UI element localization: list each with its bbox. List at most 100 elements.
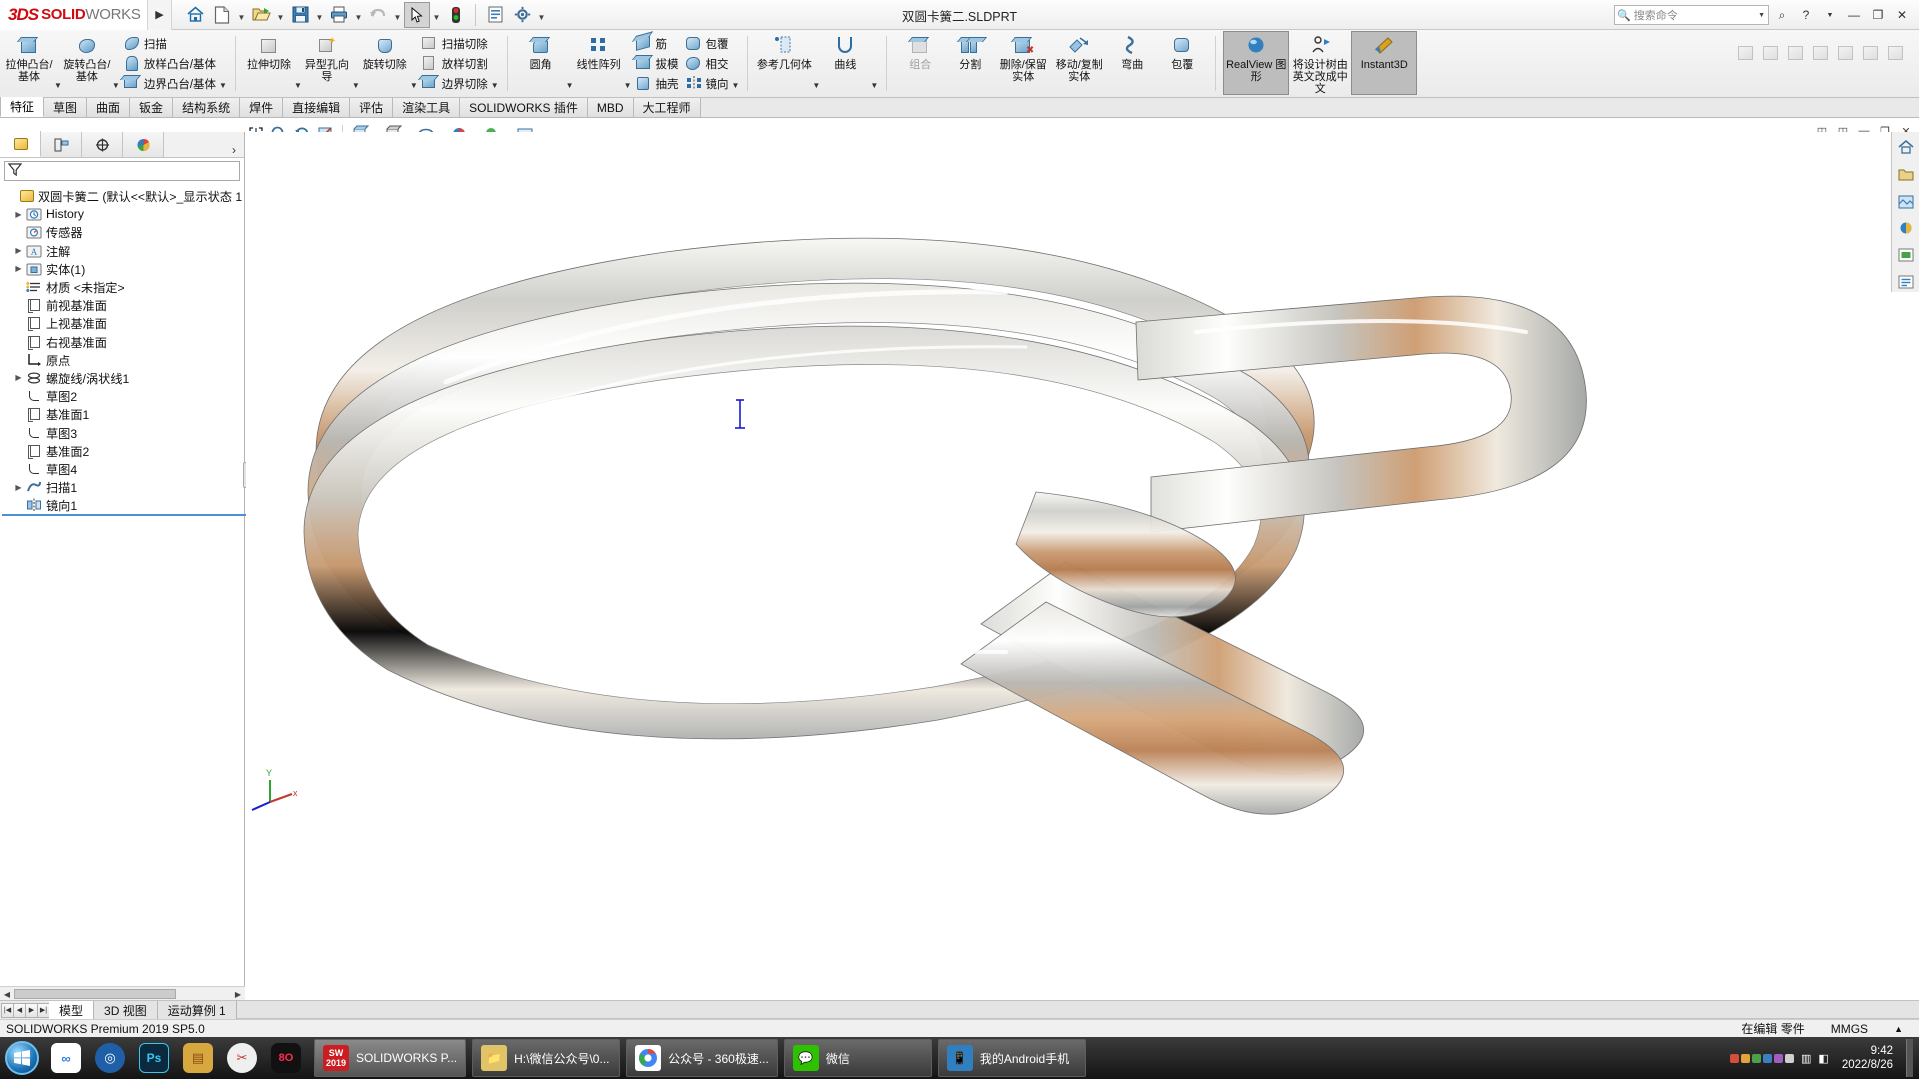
cut-more-caret[interactable]: ▼	[491, 32, 499, 94]
select-cursor-icon[interactable]	[404, 2, 430, 28]
tree-item-sensors[interactable]: 传感器	[2, 223, 244, 241]
help-icon[interactable]: ?	[1795, 3, 1817, 27]
tree-item-right-plane[interactable]: 右视基准面	[2, 333, 244, 351]
select-caret[interactable]: ▼	[431, 2, 442, 28]
sweep-cut-button[interactable]: 扫描切除	[418, 34, 491, 54]
history-expand-arrow[interactable]: ▶	[12, 210, 25, 219]
decals-icon[interactable]	[1896, 245, 1916, 265]
hscroll-left-arrow[interactable]: ◀	[1, 988, 13, 1000]
hscroll-thumb[interactable]	[14, 989, 176, 999]
show-desktop-button[interactable]	[1906, 1039, 1913, 1077]
tab-sketch[interactable]: 草图	[44, 98, 87, 117]
tab-engineer[interactable]: 大工程师	[634, 98, 701, 117]
save-icon[interactable]	[287, 2, 313, 28]
appearance-icon[interactable]	[1785, 42, 1807, 64]
options-caret[interactable]: ▼	[536, 2, 547, 28]
flex-button[interactable]: 弯曲	[1107, 32, 1157, 94]
solid-bodies-expand-arrow[interactable]: ▶	[12, 264, 25, 273]
taskbar-clock[interactable]: 9:42 2022/8/26	[1836, 1044, 1899, 1072]
home-view-icon[interactable]	[1896, 138, 1916, 158]
hole-wizard-button[interactable]: ✦ 异型孔向导	[302, 32, 352, 94]
status-units-caret[interactable]: ▲	[1894, 1024, 1903, 1034]
tree-root-item[interactable]: 双圆卡簧二 (默认<<默认>_显示状态 1	[2, 187, 244, 205]
tray-icon-group[interactable]	[1730, 1054, 1794, 1063]
tree-item-front-plane[interactable]: 前视基准面	[2, 296, 244, 314]
tab-structure-system[interactable]: 结构系统	[173, 98, 240, 117]
combine-button[interactable]: 组合	[895, 32, 945, 94]
delete-keep-body-button[interactable]: ✖ 删除/保留实体	[995, 32, 1051, 94]
feature-tree-hscrollbar[interactable]: ◀ ▶	[0, 986, 245, 1000]
search-toggle-icon[interactable]: ⌕	[1771, 3, 1793, 27]
move-copy-body-button[interactable]: 移动/复制实体	[1051, 32, 1107, 94]
linear-pattern-caret[interactable]: ▼	[624, 32, 632, 94]
dimension-icon[interactable]	[1735, 42, 1757, 64]
taskbar-explorer[interactable]: 📁 H:\微信公众号\0...	[472, 1039, 620, 1077]
tree-item-sketch4[interactable]: 草图4	[2, 460, 244, 478]
tab-mbd[interactable]: MBD	[588, 98, 634, 117]
tray-icon-1[interactable]	[1730, 1054, 1739, 1063]
tab-surfaces[interactable]: 曲面	[87, 98, 130, 117]
mass-props-icon[interactable]	[1860, 42, 1882, 64]
taskbar-chrome[interactable]: 公众号 - 360极速...	[626, 1039, 778, 1077]
helix-expand-arrow[interactable]: ▶	[12, 373, 25, 382]
file-properties-icon[interactable]	[482, 2, 508, 28]
hscroll-right-arrow[interactable]: ▶	[232, 988, 244, 1000]
revolve-boss-caret[interactable]: ▼	[112, 32, 120, 94]
new-document-caret[interactable]: ▼	[236, 2, 247, 28]
loft-boss-button[interactable]: 放样凸台/基体	[120, 54, 219, 74]
features-more-caret[interactable]: ▼	[732, 32, 740, 94]
tray-volume-icon[interactable]: ◧	[1818, 1052, 1828, 1065]
menu-expand-arrow[interactable]: ▶	[148, 0, 172, 30]
tray-icon-4[interactable]	[1763, 1054, 1772, 1063]
search-caret-icon[interactable]: ▼	[1758, 12, 1768, 19]
tree-item-plane2[interactable]: 基准面2	[2, 442, 244, 460]
linear-pattern-button[interactable]: 线性阵列	[574, 32, 624, 94]
hole-wizard-caret[interactable]: ▼	[352, 32, 360, 94]
instant3d-button[interactable]: Instant3D	[1352, 32, 1416, 94]
sweep1-expand-arrow[interactable]: ▶	[12, 483, 25, 492]
extrude-boss-button[interactable]: 拉伸凸台/基体	[4, 32, 54, 94]
home-icon[interactable]	[182, 2, 208, 28]
tab-render-tools[interactable]: 渲染工具	[393, 98, 460, 117]
realview-graphics-button[interactable]: RealView 图形	[1224, 32, 1288, 94]
restore-button[interactable]: ❐	[1867, 3, 1889, 27]
section-icon[interactable]	[1810, 42, 1832, 64]
displaymanager-tab[interactable]	[123, 132, 164, 157]
tree-item-top-plane[interactable]: 上视基准面	[2, 314, 244, 332]
configurationmanager-tab[interactable]	[82, 132, 123, 157]
taskbar-quick-ok[interactable]: 8O	[264, 1037, 308, 1079]
tree-item-material[interactable]: 材质 <未指定>	[2, 278, 244, 296]
tree-item-history[interactable]: ▶ History	[2, 205, 244, 223]
fillet-caret[interactable]: ▼	[566, 32, 574, 94]
split-button[interactable]: 分割	[945, 32, 995, 94]
shell-button[interactable]: 抽壳	[632, 74, 682, 94]
search-command-box[interactable]: 🔍 搜索命令 ▼	[1614, 5, 1769, 25]
tray-icon-6[interactable]	[1785, 1054, 1794, 1063]
annotations-expand-arrow[interactable]: ▶	[12, 246, 25, 255]
tray-network-icon[interactable]: ▥	[1801, 1052, 1811, 1065]
tray-icon-3[interactable]	[1752, 1054, 1761, 1063]
open-folder-caret[interactable]: ▼	[275, 2, 286, 28]
taskbar-quick-snip[interactable]: ✂	[220, 1037, 264, 1079]
taskbar-quick-media[interactable]: ▤	[176, 1037, 220, 1079]
tray-icon-2[interactable]	[1741, 1054, 1750, 1063]
propertymanager-tab[interactable]	[41, 132, 82, 157]
intersect-button[interactable]: 相交	[682, 54, 732, 74]
tree-item-solid-bodies[interactable]: ▶ 实体(1)	[2, 260, 244, 278]
taskbar-android[interactable]: 📱 我的Android手机	[938, 1039, 1086, 1077]
boundary-boss-button[interactable]: 边界凸台/基体	[120, 74, 219, 94]
tree-item-annotations[interactable]: ▶ A 注解	[2, 242, 244, 260]
save-caret[interactable]: ▼	[314, 2, 325, 28]
help-caret-icon[interactable]: ▼	[1819, 3, 1841, 27]
rebuild-icon[interactable]	[443, 2, 469, 28]
tree-item-helix[interactable]: ▶ 螺旋线/涡状线1	[2, 369, 244, 387]
tab-weldments[interactable]: 焊件	[240, 98, 283, 117]
new-document-icon[interactable]	[209, 2, 235, 28]
curves-caret[interactable]: ▼	[870, 32, 878, 94]
reference-geometry-button[interactable]: 参考几何体	[756, 32, 812, 94]
tree-item-sketch2[interactable]: 草图2	[2, 387, 244, 405]
appearances-icon[interactable]	[1896, 192, 1916, 212]
taskbar-solidworks[interactable]: SW2019 SOLIDWORKS P...	[314, 1039, 466, 1077]
tab-sheetmetal[interactable]: 钣金	[130, 98, 173, 117]
tree-item-mirror1[interactable]: 镜向1	[2, 496, 244, 514]
